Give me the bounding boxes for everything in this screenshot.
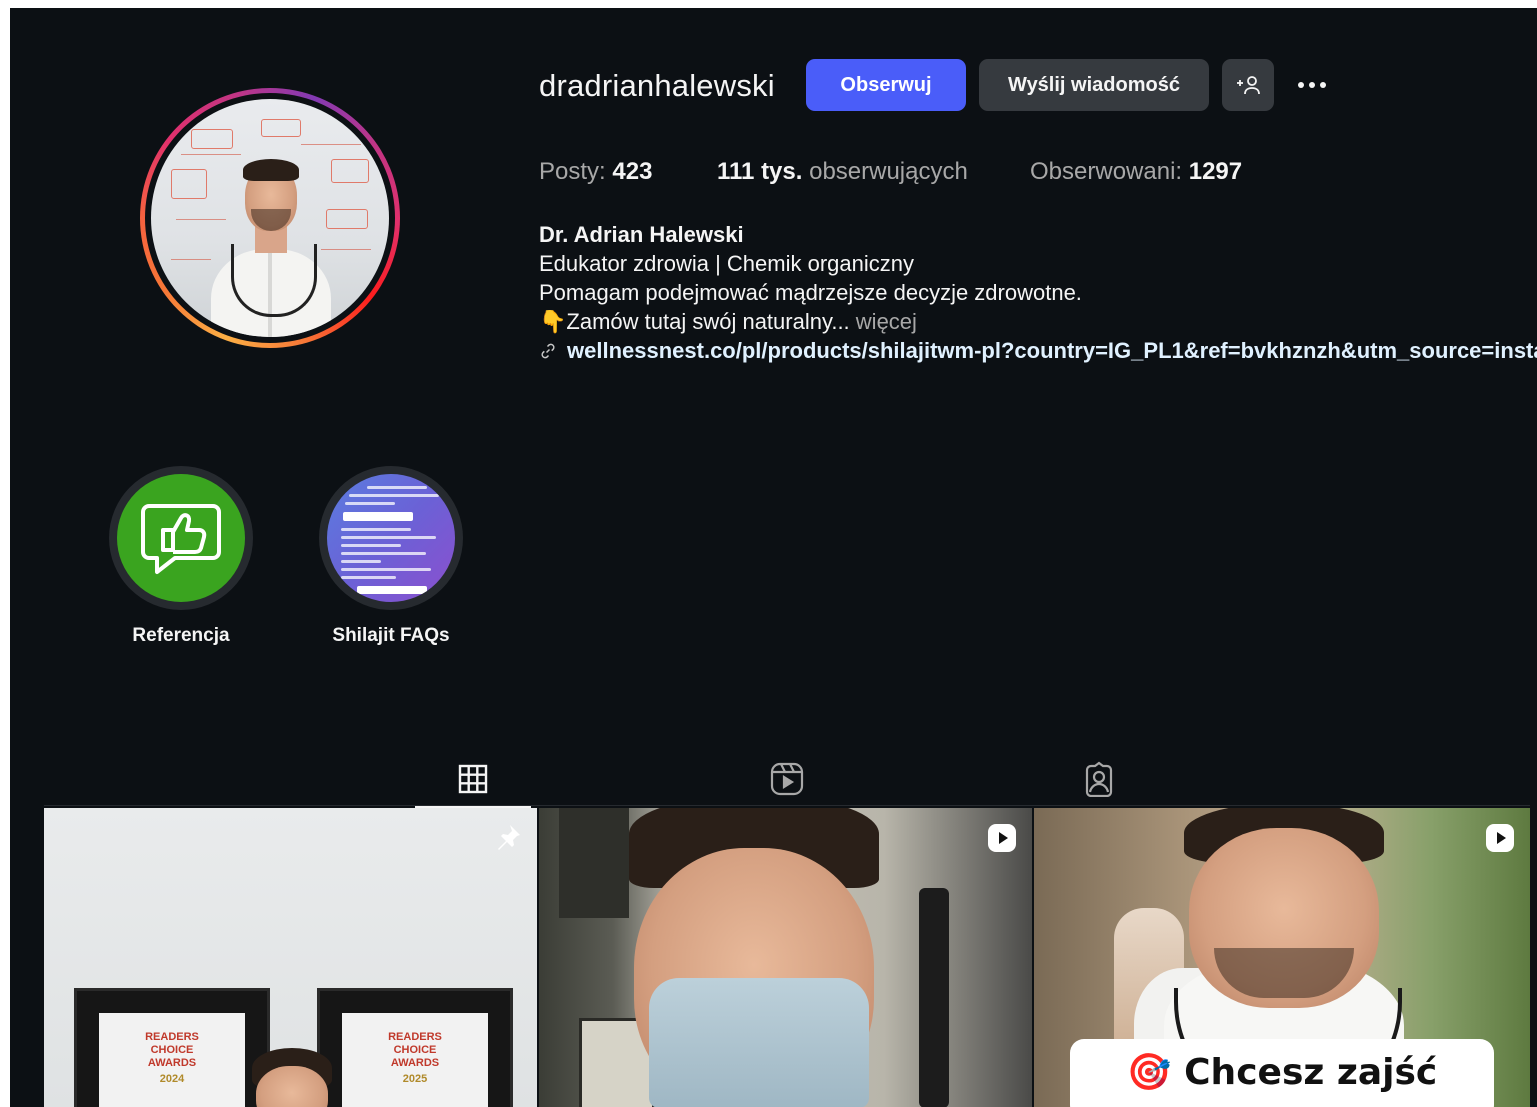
highlight-label: Referencja xyxy=(132,625,230,646)
award-frame: READERS CHOICE AWARDS 2024 xyxy=(74,988,270,1107)
reel-icon xyxy=(988,824,1016,852)
highlight-referencja[interactable]: Referencja xyxy=(106,466,256,647)
tab-posts[interactable] xyxy=(415,751,531,808)
grid-icon xyxy=(458,764,488,793)
more-horizontal-icon xyxy=(1298,82,1304,88)
tab-reels[interactable] xyxy=(729,751,845,807)
avatar-photo xyxy=(151,99,389,337)
profile-page: dradrianhalewski Obserwuj Wyślij wiadomo… xyxy=(10,8,1537,1107)
bio-line: Edukator zdrowia | Chemik organiczny xyxy=(539,251,914,276)
faq-cover xyxy=(327,474,455,602)
target-icon: 🎯 xyxy=(1126,1052,1172,1093)
add-person-icon xyxy=(1237,76,1260,95)
bio-line: 👇Zamów tutaj swój naturalny... więcej xyxy=(539,309,917,334)
bio-line: Pomagam podejmować mądrzejsze decyzje zd… xyxy=(539,280,1082,305)
posts-count: Posty: 423 xyxy=(539,158,653,185)
pin-icon xyxy=(498,825,520,850)
following-count[interactable]: Obserwowani: 1297 xyxy=(1030,158,1242,186)
suggested-accounts-button[interactable] xyxy=(1222,59,1274,111)
post-thumbnail[interactable]: 🎯 Chcesz zajść xyxy=(1034,808,1530,1107)
bio-more-link[interactable]: więcej xyxy=(856,309,917,334)
highlight-shilajit-faqs[interactable]: Shilajit FAQs xyxy=(316,466,466,647)
reels-icon xyxy=(770,762,804,796)
tab-tagged[interactable] xyxy=(1041,751,1157,807)
followers-count[interactable]: 111 tys. obserwujących xyxy=(717,158,968,186)
tagged-icon xyxy=(1085,761,1113,797)
profile-bio: Dr. Adrian Halewski Edukator zdrowia | C… xyxy=(539,220,1537,365)
bio-full-name: Dr. Adrian Halewski xyxy=(539,222,744,247)
highlight-label: Shilajit FAQs xyxy=(332,625,450,646)
follow-button[interactable]: Obserwuj xyxy=(806,59,966,111)
thumbs-up-chat-icon xyxy=(141,504,221,574)
send-message-button[interactable]: Wyślij wiadomość xyxy=(979,59,1209,111)
face-mask xyxy=(649,978,869,1107)
post-thumbnail[interactable]: READERS CHOICE AWARDS 2024 READERS CHOIC… xyxy=(44,808,537,1107)
post-thumbnail[interactable] xyxy=(539,808,1032,1107)
award-frame: READERS CHOICE AWARDS 2025 xyxy=(317,988,513,1107)
more-options-button[interactable] xyxy=(1290,68,1334,102)
bio-external-link[interactable]: wellnessnest.co/pl/products/shilajitwm-p… xyxy=(567,336,1537,365)
post-caption-box: 🎯 Chcesz zajść xyxy=(1070,1039,1494,1107)
pointing-down-icon: 👇 xyxy=(539,309,567,334)
profile-avatar[interactable] xyxy=(140,88,400,348)
link-icon xyxy=(541,343,555,358)
profile-username: dradrianhalewski xyxy=(539,68,775,103)
reel-icon xyxy=(1486,824,1514,852)
